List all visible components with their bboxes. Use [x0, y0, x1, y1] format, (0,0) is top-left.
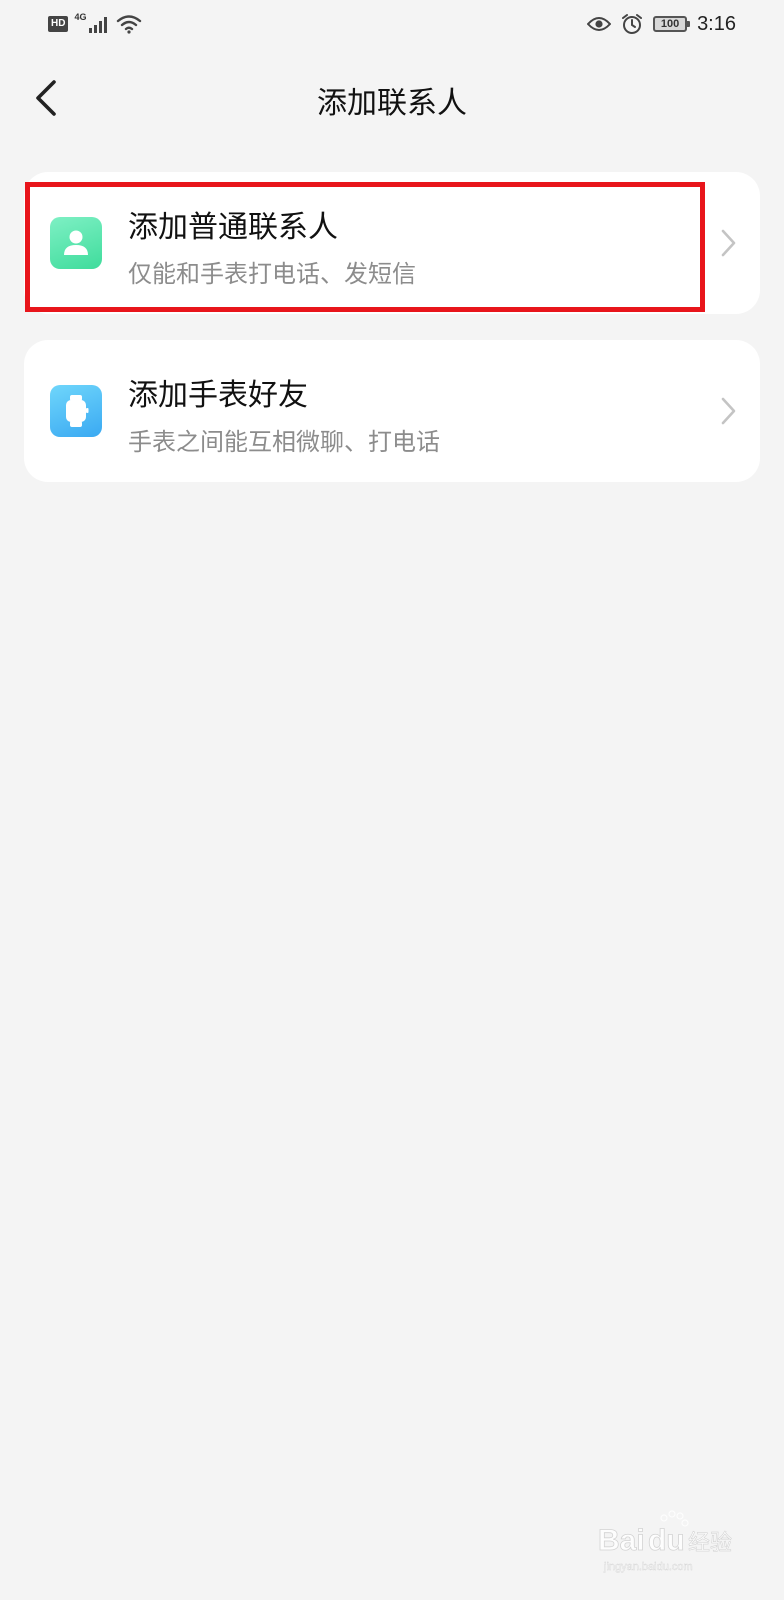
svg-text:jingyan.baidu.com: jingyan.baidu.com [603, 1561, 693, 1573]
status-time: 3:16 [697, 12, 736, 35]
option-title: 添加手表好友 [128, 378, 308, 413]
add-regular-contact-option[interactable]: 添加普通联系人 仅能和手表打电话、发短信 [24, 172, 760, 314]
chevron-right-icon [721, 397, 736, 425]
option-subtitle: 手表之间能互相微聊、打电话 [128, 428, 440, 456]
add-watch-friend-option[interactable]: 添加手表好友 手表之间能互相微聊、打电话 [24, 340, 760, 482]
page-title: 添加联系人 [317, 86, 467, 121]
option-title: 添加普通联系人 [128, 210, 338, 245]
status-left: HD 4G [48, 12, 142, 36]
battery-icon: 100 [653, 16, 691, 32]
svg-text:经验: 经验 [688, 1531, 732, 1556]
signal-icon [89, 17, 108, 33]
svg-text:du: du [648, 1524, 685, 1557]
alarm-icon [622, 14, 643, 34]
status-right: 100 3:16 [587, 10, 736, 38]
network-type: 4G [74, 12, 87, 22]
eye-icon [587, 17, 612, 31]
wifi-icon [117, 15, 142, 34]
status-bar: HD 4G 100 3:16 [0, 0, 784, 48]
baidu-watermark-logo: Bai du 经验 jingyan.baidu.com [598, 1510, 732, 1573]
svg-text:Bai: Bai [598, 1524, 645, 1557]
chevron-right-icon [721, 229, 736, 257]
watch-icon [50, 385, 102, 437]
option-subtitle: 仅能和手表打电话、发短信 [128, 260, 416, 288]
hd-badge: HD [48, 16, 69, 32]
person-icon [50, 217, 102, 269]
header: 添加联系人 [0, 62, 784, 136]
